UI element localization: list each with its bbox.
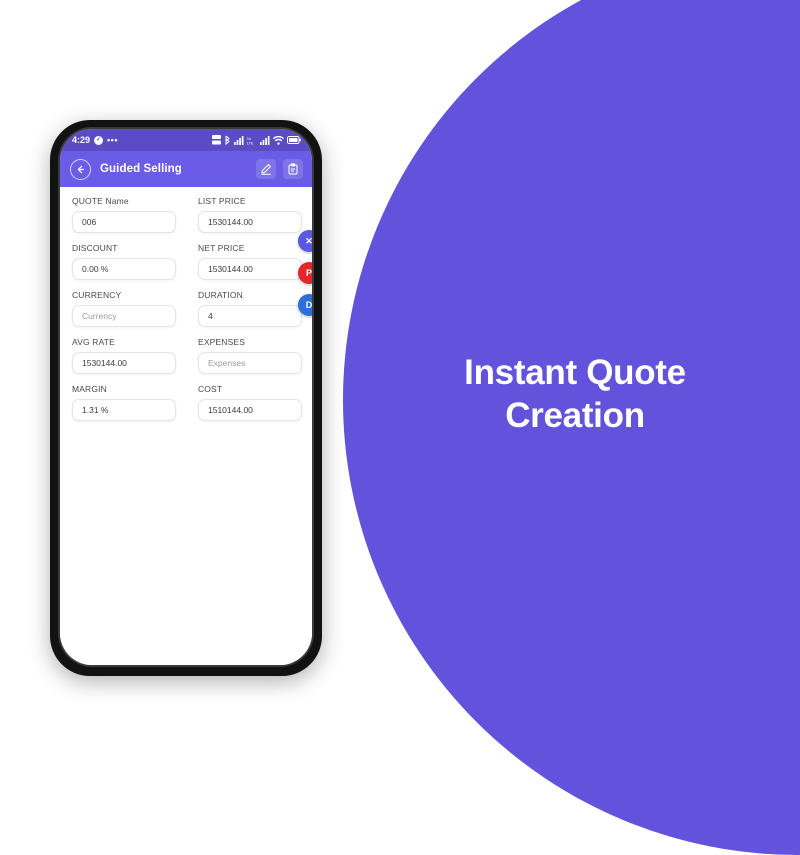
p-fab-label: P bbox=[305, 268, 312, 278]
field-label: QUOTE Name bbox=[72, 196, 129, 206]
close-fab[interactable]: ✕ bbox=[298, 230, 312, 252]
overflow-dots-icon: ••• bbox=[107, 135, 118, 145]
field-margin: MARGIN 1.31 % bbox=[60, 384, 186, 421]
wifi-icon bbox=[273, 135, 284, 145]
field-currency: CURRENCY Currency bbox=[60, 290, 186, 327]
field-value: 006 bbox=[82, 217, 97, 227]
d-fab-label: D bbox=[305, 300, 312, 310]
status-bar-left: 4:29 ✓ ••• bbox=[72, 135, 118, 145]
form-row: MARGIN 1.31 % COST 1510144.00 bbox=[60, 384, 312, 421]
currency-input[interactable]: Currency bbox=[72, 305, 176, 327]
cost-input[interactable]: 1510144.00 bbox=[198, 399, 302, 421]
field-value: 4 bbox=[208, 311, 213, 321]
close-fab-label: ✕ bbox=[305, 235, 312, 246]
field-expenses: EXPENSES Expenses bbox=[186, 337, 312, 374]
field-label: COST bbox=[198, 384, 223, 394]
status-bar: 4:29 ✓ ••• Vo LTE bbox=[60, 129, 312, 151]
field-value: Currency bbox=[82, 311, 117, 321]
margin-input[interactable]: 1.31 % bbox=[72, 399, 176, 421]
p-fab[interactable]: P bbox=[298, 262, 312, 284]
notes-button[interactable] bbox=[283, 159, 303, 179]
field-label: MARGIN bbox=[72, 384, 107, 394]
form-row: CURRENCY Currency DURATION 4 bbox=[60, 290, 312, 327]
fab-stack: ✕ P D bbox=[298, 230, 312, 316]
signal-data-icon bbox=[212, 135, 221, 145]
form-row: QUOTE Name 006 LIST PRICE 1530144.00 bbox=[60, 196, 312, 233]
edit-icon bbox=[261, 164, 271, 175]
net-price-input[interactable]: 1530144.00 bbox=[198, 258, 302, 280]
field-list-price: LIST PRICE 1530144.00 bbox=[186, 196, 312, 233]
back-button[interactable] bbox=[70, 158, 91, 180]
page-title: Guided Selling bbox=[100, 163, 182, 175]
field-value: 1.31 % bbox=[82, 405, 109, 415]
list-price-input[interactable]: 1530144.00 bbox=[198, 211, 302, 233]
discount-input[interactable]: 0.00 % bbox=[72, 258, 176, 280]
promo-headline: Instant Quote Creation bbox=[400, 352, 750, 437]
signal-bars-2-icon bbox=[260, 135, 270, 145]
battery-icon bbox=[287, 136, 301, 144]
clipboard-icon bbox=[288, 163, 298, 175]
field-label: EXPENSES bbox=[198, 337, 246, 347]
field-discount: DISCOUNT 0.00 % bbox=[60, 243, 186, 280]
field-label: DISCOUNT bbox=[72, 243, 118, 253]
edit-button[interactable] bbox=[256, 159, 276, 179]
volte-icon: Vo LTE bbox=[247, 137, 254, 145]
field-label: AVG RATE bbox=[72, 337, 115, 347]
duration-input[interactable]: 4 bbox=[198, 305, 302, 327]
field-net-price: NET PRICE 1530144.00 bbox=[186, 243, 312, 280]
promo-headline-line-1: Instant Quote bbox=[464, 353, 686, 392]
phone-screen: 4:29 ✓ ••• Vo LTE Guided Selling QUOTE N… bbox=[60, 129, 312, 665]
bluetooth-icon bbox=[225, 135, 230, 145]
expenses-input[interactable]: Expenses bbox=[198, 352, 302, 374]
field-label: DURATION bbox=[198, 290, 243, 300]
app-bar: Guided Selling bbox=[60, 151, 312, 187]
field-value: 1530144.00 bbox=[208, 217, 253, 227]
field-value: Expenses bbox=[208, 358, 246, 368]
field-label: NET PRICE bbox=[198, 243, 245, 253]
phone-bezel: 4:29 ✓ ••• Vo LTE Guided Selling QUOTE N… bbox=[58, 127, 314, 667]
field-value: 1510144.00 bbox=[208, 405, 253, 415]
field-label: LIST PRICE bbox=[198, 196, 246, 206]
arrow-left-icon bbox=[77, 165, 84, 173]
signal-bars-icon bbox=[234, 135, 244, 145]
quote-form: QUOTE Name 006 LIST PRICE 1530144.00 DIS… bbox=[60, 187, 312, 665]
avg-rate-input[interactable]: 1530144.00 bbox=[72, 352, 176, 374]
form-row: DISCOUNT 0.00 % NET PRICE 1530144.00 bbox=[60, 243, 312, 280]
field-quote-name: QUOTE Name 006 bbox=[60, 196, 186, 233]
quote-name-input[interactable]: 006 bbox=[72, 211, 176, 233]
field-duration: DURATION 4 bbox=[186, 290, 312, 327]
status-bar-right: Vo LTE bbox=[212, 135, 301, 145]
d-fab[interactable]: D bbox=[298, 294, 312, 316]
check-circle-icon: ✓ bbox=[94, 135, 104, 145]
field-value: 1530144.00 bbox=[82, 358, 127, 368]
field-avg-rate: AVG RATE 1530144.00 bbox=[60, 337, 186, 374]
svg-text:Vo: Vo bbox=[247, 137, 251, 141]
phone-mockup: 4:29 ✓ ••• Vo LTE Guided Selling QUOTE N… bbox=[50, 120, 322, 676]
field-label: CURRENCY bbox=[72, 290, 122, 300]
status-time: 4:29 bbox=[72, 135, 91, 145]
field-value: 1530144.00 bbox=[208, 264, 253, 274]
field-cost: COST 1510144.00 bbox=[186, 384, 312, 421]
svg-text:LTE: LTE bbox=[247, 141, 254, 145]
promo-headline-line-2: Creation bbox=[505, 395, 645, 435]
field-value: 0.00 % bbox=[82, 264, 109, 274]
form-row: AVG RATE 1530144.00 EXPENSES Expenses bbox=[60, 337, 312, 374]
